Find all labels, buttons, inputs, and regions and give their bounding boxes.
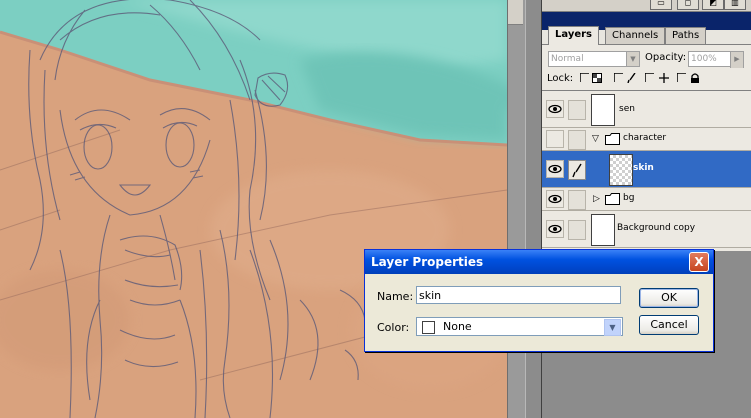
palette-new-button[interactable]: ◻ — [677, 0, 699, 10]
close-button[interactable]: X — [689, 252, 709, 272]
dialog-title: Layer Properties — [371, 255, 484, 269]
blend-mode-select[interactable]: Normal ▼ — [548, 51, 640, 67]
cancel-button[interactable]: Cancel — [639, 315, 699, 335]
move-icon — [659, 73, 669, 83]
name-label: Name: — [377, 290, 414, 303]
lock-icon — [690, 73, 700, 83]
layer-name: bg — [623, 193, 635, 203]
chevron-right-icon[interactable]: ▷ — [593, 194, 600, 204]
palette-trash-button[interactable]: ▥ — [724, 0, 746, 10]
name-input[interactable] — [416, 286, 621, 304]
lock-position-checkbox[interactable] — [645, 73, 655, 83]
layer-name: sen — [619, 104, 635, 114]
chevron-down-icon[interactable]: ▽ — [592, 134, 599, 144]
dialog-titlebar[interactable]: Layer Properties X — [365, 250, 713, 274]
layer-thumbnail — [609, 154, 633, 186]
canvas-vertical-scrollbar[interactable] — [507, 0, 526, 418]
palette-titlebar: ▭ ◻ ◩ ▥ — [542, 0, 751, 12]
tab-channels[interactable]: Channels — [605, 27, 666, 44]
tab-paths[interactable]: Paths — [665, 27, 707, 44]
new-icon: ◻ — [684, 0, 692, 7]
brush-icon — [572, 163, 582, 178]
opacity-input[interactable]: 100% — [688, 51, 732, 67]
eye-icon[interactable] — [546, 100, 564, 118]
layer-brush-box[interactable] — [568, 160, 586, 180]
arrow-right-icon: ▶ — [734, 55, 740, 63]
lock-row: Lock: — [542, 68, 751, 91]
lock-label: Lock: — [547, 73, 574, 84]
layer-row-character[interactable]: ▽ character — [542, 128, 751, 151]
eye-icon[interactable] — [546, 160, 564, 178]
palette-menu-icon: ▭ — [657, 0, 665, 7]
close-icon: X — [694, 255, 704, 269]
layers-palette: ▭ ◻ ◩ ▥ Layers Channels Paths Normal ▼ O… — [541, 0, 751, 418]
layer-link-box[interactable] — [568, 220, 586, 240]
layer-link-box[interactable] — [568, 190, 586, 210]
opacity-value: 100% — [691, 54, 717, 64]
layer-row-skin[interactable]: skin — [542, 151, 751, 188]
folder-icon — [605, 193, 620, 205]
layer-thumbnail — [591, 94, 615, 126]
document-canvas[interactable] — [0, 0, 507, 418]
layer-row-background-copy[interactable]: Background copy — [542, 211, 751, 248]
color-select[interactable]: None ▼ — [416, 317, 623, 336]
lock-transparency-icon — [592, 73, 602, 83]
layer-name: character — [623, 133, 667, 143]
canvas-artwork — [0, 0, 507, 418]
tab-layers[interactable]: Layers — [548, 26, 599, 45]
palette-menu-button[interactable]: ▭ — [650, 0, 672, 10]
layer-properties-dialog: Layer Properties X Name: Color: None ▼ O… — [364, 249, 714, 352]
layer-name: Background copy — [617, 223, 696, 233]
layer-row-sen[interactable]: sen — [542, 91, 751, 128]
layer-link-box[interactable] — [568, 100, 586, 120]
palette-tabs: Layers Channels Paths — [542, 14, 751, 45]
chevron-down-icon: ▼ — [626, 52, 639, 66]
folder-icon — [605, 133, 620, 145]
lock-all-checkbox[interactable] — [677, 73, 687, 83]
lock-pixels-checkbox[interactable] — [614, 73, 624, 83]
scroll-up-button[interactable] — [508, 0, 523, 25]
blend-mode-value: Normal — [551, 54, 584, 64]
eye-icon[interactable] — [546, 220, 564, 238]
color-label: Color: — [377, 321, 410, 334]
layer-options-row: Normal ▼ Opacity: 100% ▶ — [542, 44, 751, 69]
color-value: None — [443, 320, 472, 333]
palette-mask-button[interactable]: ◩ — [702, 0, 724, 10]
eye-hidden-slot[interactable] — [546, 130, 564, 148]
layers-list: sen ▽ character skin ▷ bg Background cop… — [542, 91, 751, 251]
layer-link-box[interactable] — [568, 130, 586, 150]
opacity-label: Opacity: — [645, 52, 687, 63]
color-swatch — [422, 321, 435, 334]
opacity-arrow-button[interactable]: ▶ — [730, 51, 744, 69]
brush-icon — [627, 73, 637, 83]
layer-row-bg[interactable]: ▷ bg — [542, 188, 751, 211]
layer-name: skin — [633, 163, 654, 173]
lock-transparency-checkbox[interactable] — [580, 73, 590, 83]
chevron-down-icon[interactable]: ▼ — [604, 319, 621, 336]
eye-icon[interactable] — [546, 190, 564, 208]
layer-thumbnail — [591, 214, 615, 246]
mask-icon: ◩ — [709, 0, 717, 7]
trash-icon: ▥ — [731, 0, 739, 7]
ok-button[interactable]: OK — [639, 288, 699, 308]
